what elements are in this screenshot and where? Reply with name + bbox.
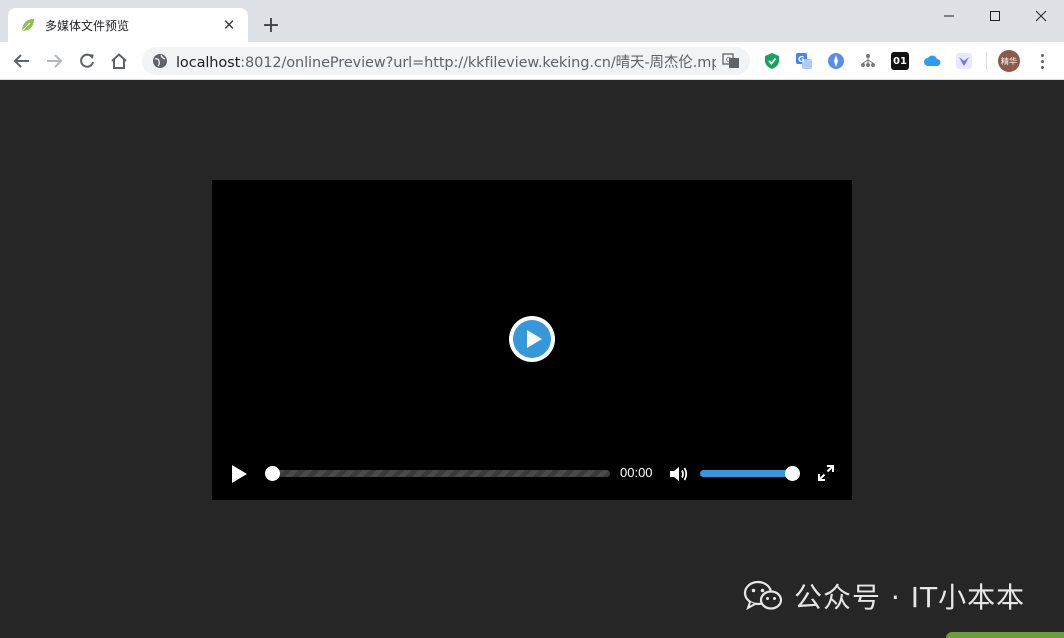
svg-text:G: G — [798, 55, 805, 64]
back-arrow-icon — [13, 54, 29, 68]
reload-button[interactable] — [74, 48, 100, 74]
cloud-extension-icon[interactable] — [923, 52, 941, 70]
browser-tab[interactable]: 多媒体文件预览 ✕ — [8, 8, 248, 42]
url-text: localhost:8012/onlinePreview?url=http://… — [176, 51, 716, 72]
progress-handle[interactable] — [265, 466, 280, 481]
close-icon — [1035, 10, 1047, 22]
volume-icon[interactable] — [668, 464, 690, 484]
fullscreen-icon[interactable] — [817, 464, 835, 482]
arrow-extension-icon[interactable] — [955, 52, 973, 70]
minimize-icon — [944, 15, 954, 17]
play-icon[interactable] — [230, 464, 248, 484]
translate-page-icon[interactable]: G — [722, 52, 740, 70]
back-button[interactable] — [9, 48, 35, 74]
watermark-text: 公众号 · IT小本本 — [794, 581, 1026, 614]
progress-bar[interactable] — [265, 466, 610, 481]
maximize-icon — [990, 11, 1000, 21]
minimize-button[interactable] — [926, 0, 972, 32]
maximize-button[interactable] — [972, 0, 1018, 32]
new-tab-button[interactable]: + — [258, 12, 284, 38]
current-time: 00:00 — [620, 465, 653, 480]
window-close-button[interactable] — [1018, 0, 1064, 32]
play-circle-icon — [513, 320, 551, 358]
compass-extension-icon[interactable] — [827, 52, 845, 70]
corner-decoration — [946, 632, 1064, 638]
browser-toolbar: localhost:8012/onlinePreview?url=http://… — [0, 42, 1064, 80]
player-controls: 00:00 — [212, 448, 852, 500]
forward-arrow-icon — [47, 54, 63, 68]
big-play-button[interactable] — [509, 316, 555, 362]
toolbar-separator — [986, 52, 987, 70]
tab-title: 多媒体文件预览 — [45, 18, 130, 33]
home-button[interactable] — [106, 48, 132, 74]
url-host: localhost — [176, 54, 241, 71]
leaf-favicon-icon — [21, 19, 34, 32]
wechat-watermark: 公众号 · IT小本本 — [742, 576, 1025, 616]
media-player: 00:00 — [212, 180, 852, 500]
profile-avatar[interactable]: 精华 — [998, 50, 1020, 72]
tree-extension-icon[interactable] — [859, 52, 877, 70]
url-path: :8012/onlinePreview?url=http://kkfilevie… — [240, 54, 716, 71]
reload-icon — [80, 53, 94, 68]
forward-button[interactable] — [41, 48, 67, 74]
translate-extension-icon[interactable]: G — [795, 52, 813, 70]
tab-close-icon[interactable]: ✕ — [220, 16, 238, 34]
tab-strip: 多媒体文件预览 ✕ + — [0, 0, 1064, 42]
binary-extension-icon[interactable]: 01 — [891, 52, 909, 70]
svg-text:G: G — [726, 56, 731, 64]
volume-slider[interactable] — [700, 466, 800, 481]
shield-extension-icon[interactable] — [763, 52, 781, 70]
wechat-icon — [743, 580, 783, 611]
home-icon — [111, 53, 127, 69]
globe-icon — [153, 54, 167, 68]
address-bar[interactable]: localhost:8012/onlinePreview?url=http://… — [142, 47, 750, 75]
menu-kebab-icon[interactable] — [1034, 51, 1050, 71]
volume-handle[interactable] — [785, 466, 800, 481]
